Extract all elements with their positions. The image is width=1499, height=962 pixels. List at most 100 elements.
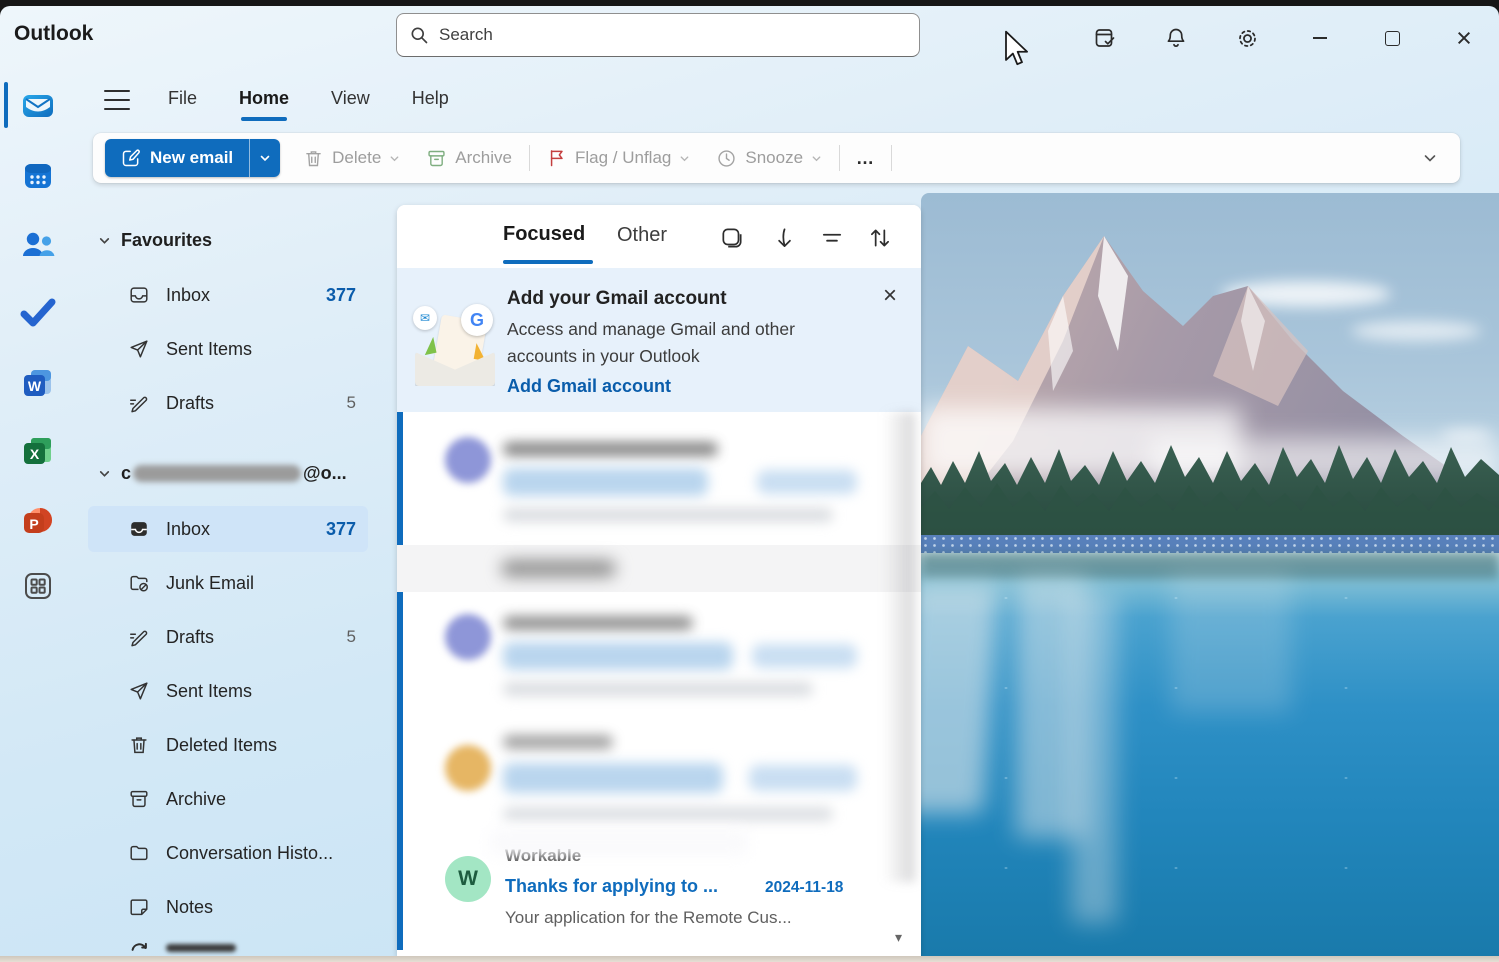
- search-icon: [409, 25, 429, 45]
- settings-button[interactable]: [1231, 22, 1263, 54]
- folder-item-inbox-favourite[interactable]: Inbox 377: [88, 273, 368, 317]
- inbox-filled-icon: [128, 518, 150, 540]
- ribbon-collapse-button[interactable]: [1422, 150, 1438, 166]
- folder-item-sent-favourite[interactable]: Sent Items: [88, 327, 368, 371]
- email-preview: Your application for the Remote Cus...: [505, 908, 792, 927]
- email-list-item-workable[interactable]: W Workable Thanks for applying to ... 20…: [397, 828, 921, 950]
- chevron-down-icon: [259, 152, 271, 164]
- favourites-header[interactable]: Favourites: [98, 218, 212, 262]
- blurred-sender: [503, 616, 693, 630]
- flag-icon: [547, 148, 567, 168]
- my-day-button[interactable]: [1089, 22, 1121, 54]
- folder-item-notes[interactable]: Notes: [88, 885, 368, 929]
- delete-button[interactable]: Delete: [290, 148, 413, 169]
- snooze-label: Snooze: [745, 148, 804, 167]
- email-list-item-blurred[interactable]: [397, 715, 921, 841]
- folder-label: Archive: [166, 788, 227, 809]
- blurred-preview: [503, 807, 833, 821]
- chevron-down-icon: [811, 153, 822, 164]
- blurred-subject: [503, 642, 733, 670]
- google-logo: G: [461, 304, 493, 336]
- mail-glyph: ✉: [419, 311, 431, 325]
- avatar: [445, 437, 491, 483]
- delete-label: Delete: [332, 148, 382, 167]
- avatar: [445, 614, 491, 660]
- new-email-button[interactable]: New email: [105, 139, 250, 177]
- send-icon: [128, 338, 150, 360]
- rail-item-word[interactable]: W: [16, 361, 60, 405]
- rail-item-mail[interactable]: [16, 84, 60, 128]
- snooze-button[interactable]: Snooze: [703, 148, 835, 169]
- note-icon: [128, 896, 150, 918]
- menu-help[interactable]: Help: [410, 84, 451, 121]
- avatar: [445, 745, 491, 791]
- menu-file-label: File: [168, 88, 198, 108]
- maximize-button[interactable]: [1376, 22, 1408, 54]
- folder-item-deleted[interactable]: Deleted Items: [88, 723, 368, 767]
- clock-icon: [716, 148, 737, 169]
- inbox-icon: [128, 284, 150, 306]
- rail-item-people[interactable]: [16, 223, 60, 267]
- menu-file[interactable]: File: [166, 84, 199, 121]
- rail-item-more-apps[interactable]: [16, 564, 60, 608]
- tab-focused[interactable]: Focused: [503, 223, 585, 246]
- toolbar-divider: [528, 145, 530, 171]
- blurred-sender: [503, 442, 718, 456]
- email-list-item-blurred[interactable]: [397, 592, 921, 716]
- more-options-button[interactable]: …: [844, 148, 887, 169]
- select-messages-button[interactable]: [719, 225, 745, 251]
- folder-item-partial[interactable]: [88, 939, 368, 957]
- folder-item-drafts-favourite[interactable]: Drafts 5: [88, 381, 368, 425]
- date-group-header-blurred: [397, 545, 921, 592]
- account-header[interactable]: c @o...: [98, 451, 347, 495]
- move-down-icon[interactable]: [771, 225, 797, 251]
- unread-indicator: [397, 715, 403, 840]
- menu-home[interactable]: Home: [237, 84, 291, 121]
- banner-title: Add your Gmail account: [507, 288, 727, 309]
- rail-item-powerpoint[interactable]: P: [16, 499, 60, 543]
- search-input[interactable]: Search: [396, 13, 920, 57]
- scroll-haze: [883, 412, 915, 882]
- email-list-item-blurred[interactable]: [397, 412, 921, 545]
- blurred-date: [757, 470, 857, 494]
- blurred-date: [749, 765, 857, 791]
- folder-item-conversation-history[interactable]: Conversation Histo...: [88, 831, 368, 875]
- folder-item-inbox[interactable]: Inbox 377: [88, 506, 368, 552]
- folder-label: Inbox: [166, 518, 211, 539]
- folder-item-archive[interactable]: Archive: [88, 777, 368, 821]
- notifications-button[interactable]: [1160, 22, 1192, 54]
- add-gmail-link[interactable]: Add Gmail account: [507, 376, 671, 397]
- sort-icon[interactable]: [867, 225, 893, 251]
- tab-other[interactable]: Other: [617, 224, 667, 247]
- rail-item-excel[interactable]: X: [16, 429, 60, 473]
- folder-label: Notes: [166, 896, 214, 917]
- unread-indicator: [397, 592, 403, 715]
- folder-item-drafts[interactable]: Drafts 5: [88, 615, 368, 659]
- rail-active-indicator: [4, 82, 8, 128]
- blur-overlay: [489, 828, 749, 856]
- new-email-dropdown[interactable]: [249, 139, 281, 177]
- rail-item-calendar[interactable]: [16, 154, 60, 198]
- folder-label: Deleted Items: [166, 734, 278, 755]
- folder-label: Junk Email: [166, 572, 255, 593]
- banner-close-button[interactable]: ×: [883, 284, 897, 308]
- close-button[interactable]: ×: [1448, 22, 1480, 54]
- avatar: W: [445, 856, 491, 902]
- excel-app-icon: X: [22, 435, 54, 467]
- folder-item-junk[interactable]: Junk Email: [88, 561, 368, 605]
- menu-view[interactable]: View: [329, 84, 372, 121]
- unread-count: 377: [325, 518, 356, 539]
- minimize-button[interactable]: [1304, 22, 1336, 54]
- filter-icon[interactable]: [819, 225, 845, 251]
- todo-app-icon: [20, 298, 56, 328]
- flag-button[interactable]: Flag / Unflag: [534, 148, 703, 168]
- folder-item-sent[interactable]: Sent Items: [88, 669, 368, 713]
- archive-button[interactable]: Archive: [413, 148, 525, 169]
- nav-hamburger-button[interactable]: [104, 90, 130, 110]
- flag-label: Flag / Unflag: [574, 148, 672, 167]
- chevron-down-icon: [98, 234, 111, 247]
- apps-grid-icon: [23, 571, 53, 601]
- scrollbar-down-arrow[interactable]: ▾: [895, 929, 902, 946]
- drafts-icon: [128, 392, 150, 414]
- rail-item-todo[interactable]: [16, 291, 60, 335]
